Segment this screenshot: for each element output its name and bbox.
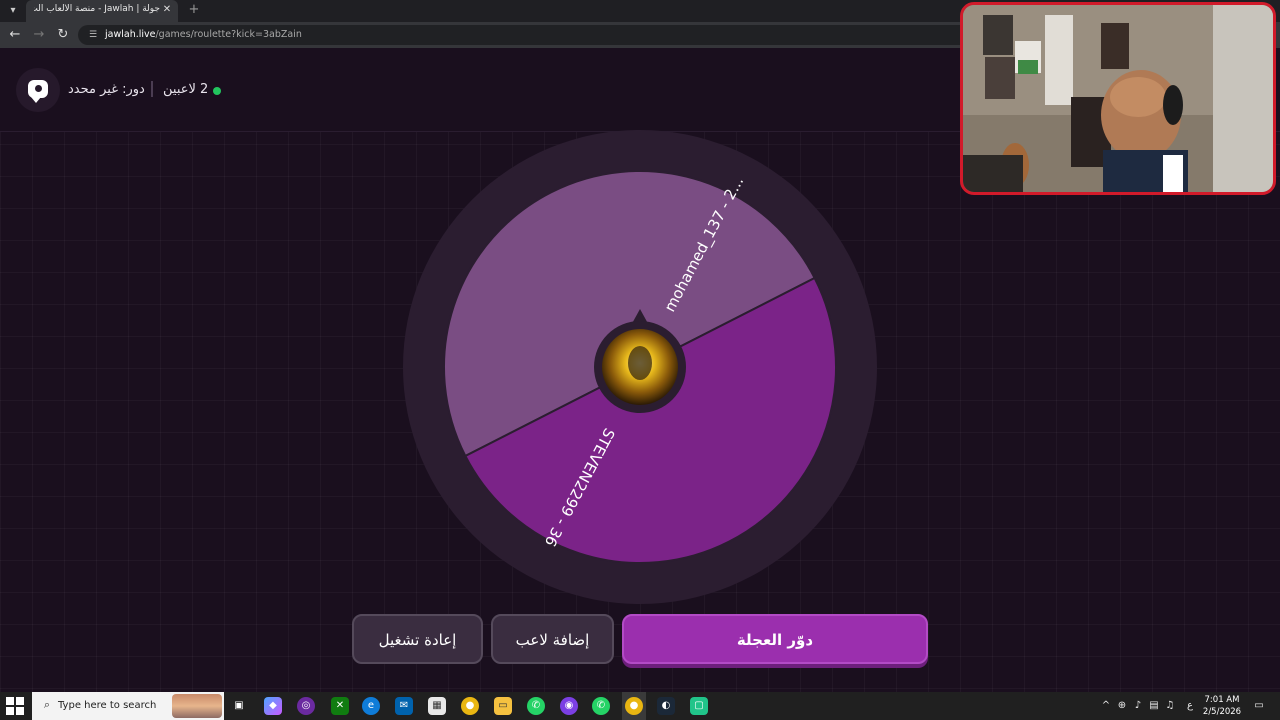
chrome-active-icon[interactable]: ● <box>625 697 643 715</box>
chevron-down-icon[interactable]: ▾ <box>4 2 22 20</box>
roulette-wheel[interactable]: mohamed_137 - 2... STEVEN2299 - 36 <box>403 130 877 604</box>
chrome-icon[interactable]: ● <box>461 697 479 715</box>
clock-date: 2/5/2026 <box>1202 707 1242 717</box>
reload-button[interactable]: ↻ <box>54 26 72 44</box>
windows-taskbar: ⌕ Type here to search ▣ ◆ ◎ ✕ e ✉ ▦ ● ▭ … <box>0 692 1280 720</box>
network-icon[interactable]: ▤ <box>1147 698 1161 714</box>
webcam-feed <box>963 5 1273 192</box>
search-highlight-image <box>172 694 222 718</box>
xbox-icon[interactable]: ✕ <box>331 697 349 715</box>
volume-icon[interactable]: ♫ <box>1163 698 1177 714</box>
clock-time: 7:01 AM <box>1204 695 1240 705</box>
tray-chevron-up-icon[interactable]: ^ <box>1100 698 1112 714</box>
jawlah-logo[interactable] <box>16 68 60 112</box>
whatsapp-icon[interactable]: ✆ <box>527 697 545 715</box>
taskbar-search[interactable]: ⌕ Type here to search <box>32 692 224 720</box>
screen: ▾ جولة | Jawlah - منصة الألعاب الت... ‏ … <box>0 0 1280 720</box>
restart-button[interactable]: إعادة تشغيل <box>352 614 483 664</box>
avatar-figure <box>628 346 652 380</box>
forward-button[interactable]: → <box>30 26 48 44</box>
url-text: jawlah.live/games/roulette?kick=3abZain <box>105 29 302 40</box>
site-info-icon[interactable]: ☰ <box>86 28 100 42</box>
close-icon[interactable]: ✕ <box>160 3 174 17</box>
online-indicator-icon <box>213 87 221 95</box>
spin-wheel-button[interactable]: دوّر العجلة <box>622 614 928 664</box>
player-count: 2 لاعبين <box>163 82 209 97</box>
edge-icon[interactable]: e <box>362 697 380 715</box>
address-bar[interactable]: ☰ jawlah.live/games/roulette?kick=3abZai… <box>78 25 978 45</box>
chat-bubble-icon <box>28 80 48 103</box>
browser-tab[interactable]: جولة | Jawlah - منصة الألعاب الت... ‏ ✕ <box>26 0 178 22</box>
tab-title: جولة | Jawlah - منصة الألعاب الت... ‏ <box>34 4 160 14</box>
search-icon: ⌕ <box>43 698 51 711</box>
windows-start-icon[interactable] <box>6 697 24 715</box>
microphone-icon[interactable]: ♪ <box>1131 698 1145 714</box>
tray-app-icon[interactable]: ⊕ <box>1115 698 1129 714</box>
webcam-overlay <box>960 2 1276 195</box>
steam-icon[interactable]: ◐ <box>657 697 675 715</box>
search-placeholder: Type here to search <box>58 700 157 711</box>
copilot-icon[interactable]: ◆ <box>264 697 282 715</box>
task-view-icon[interactable]: ▣ <box>230 697 248 715</box>
app-icon[interactable]: ◎ <box>297 697 315 715</box>
back-button[interactable]: ← <box>6 26 24 44</box>
file-explorer-icon[interactable]: ▭ <box>494 697 512 715</box>
obs-icon[interactable]: ▢ <box>690 697 708 715</box>
store-icon[interactable]: ▦ <box>428 697 446 715</box>
header-divider <box>151 81 153 97</box>
taskbar-clock[interactable]: 7:01 AM 2/5/2026 <box>1198 694 1246 718</box>
turn-status: دور: غير محدد <box>68 82 145 97</box>
discord-icon[interactable]: ◉ <box>560 697 578 715</box>
outlook-icon[interactable]: ✉ <box>395 697 413 715</box>
new-tab-button[interactable]: + <box>186 2 202 18</box>
notifications-icon[interactable]: ▭ <box>1252 698 1266 714</box>
language-indicator[interactable]: ع <box>1183 698 1197 714</box>
add-player-button[interactable]: إضافة لاعب <box>491 614 614 664</box>
whatsapp-2-icon[interactable]: ✆ <box>592 697 610 715</box>
